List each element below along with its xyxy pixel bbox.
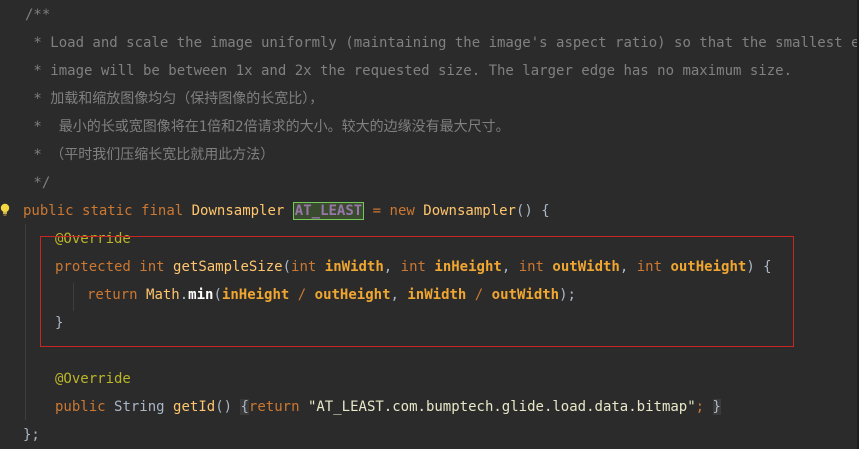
punctuation: , [501,259,519,275]
comment-text: * 加载和缩放图像均匀（保持图像的长宽比）， [25,91,324,107]
code-line-close-brace[interactable]: } [0,309,63,337]
param-name: inHeight [434,259,502,275]
string-literal: "AT_LEAST.com.bumptech.glide.load.data.b… [307,399,696,415]
code-line-annotation[interactable]: @Override [0,365,131,393]
code-line-comment-close[interactable]: */ [0,169,50,197]
punctuation: () { [515,203,550,219]
code-line-comment[interactable]: * （平时我们压缩长宽比就用此方法） [0,141,274,169]
param-ref: inWidth [407,287,467,303]
code-editor[interactable]: /** * Load and scale the image uniformly… [0,0,859,449]
param-name: inWidth [324,259,384,275]
punctuation: () [215,399,233,415]
comment-text: * （平时我们压缩长宽比就用此方法） [25,147,275,163]
punctuation: ; [695,399,705,415]
folded-brace-close[interactable]: } [712,399,721,415]
keyword-public: public [23,203,74,219]
punctuation: , [383,259,401,275]
keyword-return: return [87,287,138,303]
indent-guide-inner [73,283,74,311]
code-line-method-getid[interactable]: public String getId() {return "AT_LEAST.… [0,393,721,421]
code-line-end[interactable]: }; [0,421,40,449]
comment-text: * image will be between 1x and 2x the re… [25,63,793,79]
punctuation: ( [213,287,222,303]
keyword-return: return [248,399,300,415]
type-name: Downsampler [191,203,285,219]
code-line-method-signature[interactable]: protected int getSampleSize(int inWidth,… [0,253,772,281]
class-name: Math [146,287,180,303]
param-type: int [400,259,426,275]
punctuation: } [55,315,64,331]
code-line-comment[interactable]: * 最小的长或宽图像将在1倍和2倍请求的大小。较大的边缘没有最大尺寸。 [0,113,509,141]
code-line-comment-open[interactable]: /** [0,1,50,29]
return-type: String [114,399,165,415]
constructor-name: Downsampler [423,203,516,219]
param-type: int [518,259,544,275]
annotation-override: @Override [55,231,131,247]
param-ref: inHeight [221,287,290,303]
folded-brace-open[interactable]: { [240,399,249,415]
return-type: int [139,259,165,275]
code-line-comment[interactable]: * Load and scale the image uniformly (ma… [0,29,859,57]
code-line-declaration[interactable]: public static final Downsampler AT_LEAST… [0,197,550,225]
comment-text: * 最小的长或宽图像将在1倍和2倍请求的大小。较大的边缘没有最大尺寸。 [25,119,510,135]
field-name-highlighted[interactable]: AT_LEAST [292,202,365,220]
keyword-static: static [82,203,133,219]
param-type: int [636,259,663,275]
operator: / [289,287,315,303]
punctuation: , [390,287,408,303]
comment-text: */ [25,175,51,191]
punctuation: ); [559,287,576,303]
keyword-protected: protected [55,259,131,275]
operator: = [372,203,382,219]
param-name: outWidth [552,259,620,275]
param-type: int [291,259,317,275]
annotation-override: @Override [55,371,131,387]
param-ref: outWidth [491,287,560,303]
comment-text: /** [25,7,51,23]
punctuation: , [619,259,637,275]
punctuation: }; [23,427,40,443]
operator: / [466,287,492,303]
keyword-new: new [389,203,415,219]
method-call: min [188,287,214,303]
code-line-comment[interactable]: * image will be between 1x and 2x the re… [0,57,792,85]
param-name: outHeight [670,259,747,275]
method-name: getId [173,399,216,415]
punctuation: ) { [746,259,772,275]
method-name: getSampleSize [173,259,283,275]
comment-text: * Load and scale the image uniformly (ma… [25,35,859,51]
keyword-final: final [141,203,184,219]
punctuation: ( [282,259,292,275]
punctuation: . [179,287,189,303]
param-ref: outHeight [314,287,391,303]
code-line-comment[interactable]: * 加载和缩放图像均匀（保持图像的长宽比）， [0,85,323,113]
code-line-return[interactable]: return Math.min(inHeight / outHeight, in… [0,281,576,309]
keyword-public: public [55,399,106,415]
code-line-annotation[interactable]: @Override [0,225,131,253]
